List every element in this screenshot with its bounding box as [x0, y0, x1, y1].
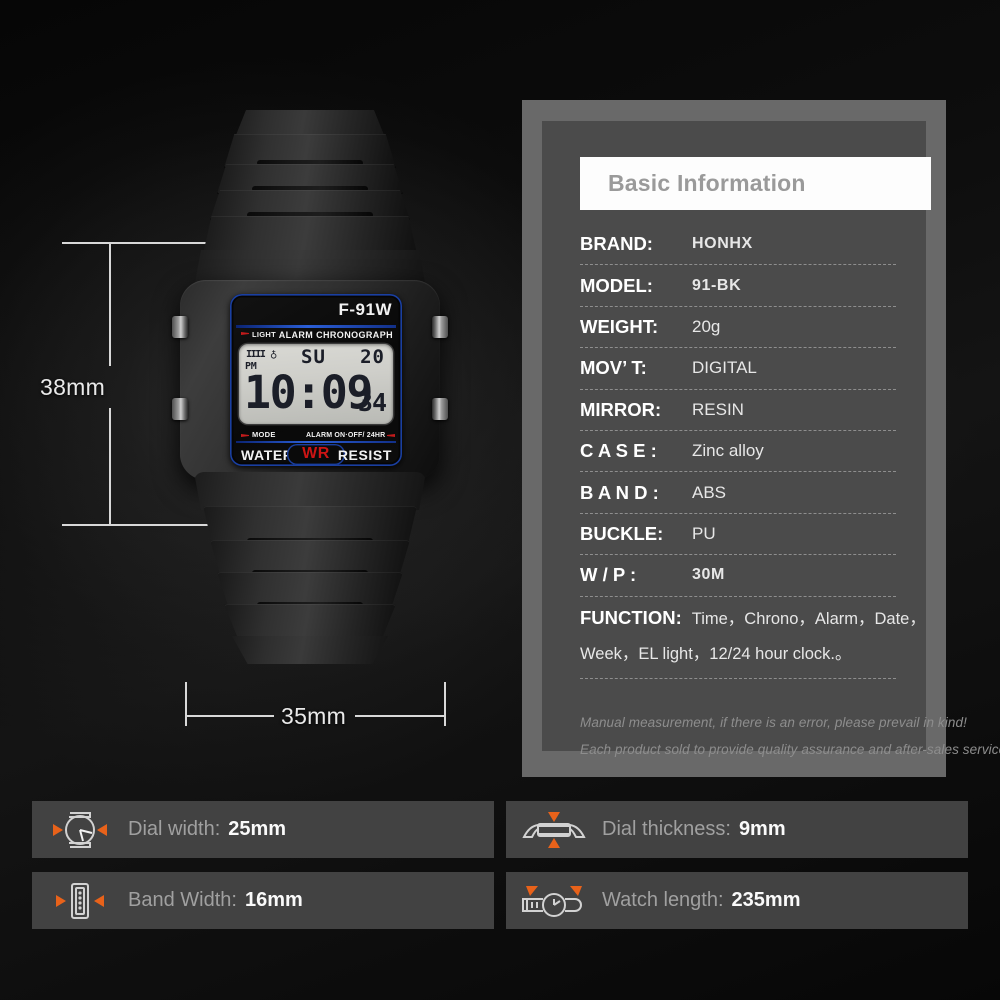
light-red-marker: [241, 332, 249, 335]
band-width-icon: [32, 878, 128, 924]
lcd-seconds: 34: [357, 388, 387, 417]
lcd-date: 20: [360, 346, 385, 368]
resist-label: RESIST: [337, 447, 392, 463]
dim-width-label: 35mm: [281, 703, 347, 729]
battery-bars-icon: IIII: [246, 349, 266, 360]
lcd-display: IIII ♁ PM SU 20 10:09 34: [239, 344, 393, 424]
bottom-bar-dial-thickness: Dial thickness: 9mm: [506, 801, 968, 858]
spec-row-water-resistance: W / P : 30M: [580, 555, 896, 597]
wr-badge: WR: [287, 444, 345, 465]
light-label: LIGHT: [252, 330, 276, 339]
bezel-blue-line-top: [236, 325, 396, 328]
spec-key: MIRROR:: [580, 398, 662, 420]
bar-label: Watch length:: [602, 889, 724, 911]
dial-width-icon: [32, 807, 128, 853]
spec-value: HONHX: [692, 235, 753, 253]
spec-key: MODEL:: [580, 274, 653, 296]
spec-row-band: B A N D : ABS: [580, 472, 896, 514]
spec-value: PU: [692, 523, 716, 543]
pusher-top-right[interactable]: [432, 316, 448, 338]
spec-row-weight: WEIGHT: 20g: [580, 307, 896, 349]
water-label: WATER: [241, 447, 294, 463]
bar-value: 235mm: [731, 889, 801, 911]
spec-value: 20g: [692, 316, 721, 336]
pusher-bottom-right[interactable]: [432, 398, 448, 420]
dim-height-vline-upper: [109, 242, 111, 366]
mode-label: MODE: [252, 430, 276, 439]
spec-list: BRAND: HONHX MODEL: 91-BK WEIGHT: 20g MO…: [580, 224, 926, 679]
spec-key: WEIGHT:: [580, 315, 659, 337]
spec-key: C A S E :: [580, 440, 657, 462]
bar-value: 16mm: [244, 889, 303, 911]
info-title: Basic Information: [608, 170, 806, 196]
spec-row-case: C A S E : Zinc alloy: [580, 431, 896, 473]
bar-value: 25mm: [228, 818, 287, 840]
band-segment: [203, 216, 417, 254]
band-segment: [210, 540, 410, 574]
spec-value: ABS: [692, 482, 727, 502]
spec-key: BRAND:: [580, 233, 653, 255]
spec-row-buckle: BUCKLE: PU: [580, 514, 896, 556]
spec-key: W / P :: [580, 564, 637, 586]
bar-label: Band Width:: [128, 889, 237, 911]
product-infographic: 38mm 35mm F-91W LIGHT ALARM CHRONOGRAPH …: [0, 0, 1000, 1000]
function-line-1: FUNCTION: Time，Chrono，Alarm，Date，: [580, 605, 926, 629]
alarm-chronograph-label: ALARM CHRONOGRAPH: [278, 330, 393, 340]
dim-width-hline-left: [185, 715, 274, 717]
band-segment: [203, 506, 417, 542]
spec-key: B A N D :: [580, 481, 659, 503]
watch-length-icon: [506, 878, 602, 924]
function-line-2: Week，EL light，12/24 hour clock.。: [580, 644, 852, 663]
bar-value: 9mm: [738, 818, 786, 840]
dial-thickness-icon: [506, 807, 602, 853]
dim-height-label: 38mm: [40, 374, 106, 400]
mode-red-marker: [241, 434, 249, 437]
band-segment: [217, 572, 403, 606]
spec-value: 91-BK: [692, 276, 742, 294]
spec-key: FUNCTION:: [580, 606, 682, 628]
watch-bezel: F-91W LIGHT ALARM CHRONOGRAPH IIII ♁ PM …: [230, 294, 402, 466]
spec-row-function: FUNCTION: Time，Chrono，Alarm，Date， Week，E…: [580, 597, 926, 679]
lower-band-lug: [194, 472, 426, 510]
watch-model-text: F-91W: [338, 300, 392, 319]
watch-product-image: F-91W LIGHT ALARM CHRONOGRAPH IIII ♁ PM …: [170, 110, 450, 690]
bar-label: Dial thickness:: [602, 818, 731, 840]
dim-height-vline-lower: [109, 408, 111, 525]
bottom-bar-dial-width: Dial width: 25mm: [32, 801, 494, 858]
lcd-weekday: SU: [301, 346, 326, 368]
spec-row-movement: MOV’ T: DIGITAL: [580, 348, 896, 390]
band-segment: [224, 604, 396, 638]
spec-key: BUCKLE:: [580, 522, 664, 544]
spec-row-mirror: MIRROR: RESIN: [580, 390, 896, 431]
lower-band-end: [232, 636, 388, 664]
pusher-bottom-left[interactable]: [172, 398, 188, 420]
disclaimer-note-2: Each product sold to provide quality ass…: [580, 742, 1000, 757]
lcd-time: 10:09: [244, 366, 373, 419]
bottom-bar-band-width: Band Width: 16mm: [32, 872, 494, 929]
spec-row-model: MODEL: 91-BK: [580, 265, 896, 307]
wr-label: WR: [302, 445, 330, 462]
basic-information-panel: Basic Information BRAND: HONHX MODEL: 91…: [542, 121, 1000, 757]
info-title-bar: Basic Information: [580, 157, 931, 210]
watch-case: F-91W LIGHT ALARM CHRONOGRAPH IIII ♁ PM …: [172, 280, 448, 480]
bezel-blue-line-bottom: [236, 440, 396, 443]
spec-value: Time，Chrono，Alarm，Date，: [691, 609, 926, 628]
spec-value: DIGITAL: [692, 358, 757, 378]
spec-row-brand: BRAND: HONHX: [580, 224, 896, 266]
pusher-top-left[interactable]: [172, 316, 188, 338]
alarm-onoff-24hr-label: ALARM ON·OFF/ 24HR: [306, 432, 386, 439]
bottom-bar-watch-length: Watch length: 235mm: [506, 872, 968, 929]
basic-information-frame: Basic Information BRAND: HONHX MODEL: 91…: [522, 100, 1000, 777]
disclaimer-note-1: Manual measurement, if there is an error…: [580, 715, 967, 730]
spec-value: 30M: [692, 566, 725, 584]
bar-label: Dial width:: [128, 818, 221, 840]
dim-width-hline-right: [355, 715, 445, 717]
spec-value: RESIN: [692, 399, 744, 419]
alarm-bell-icon: ♁: [270, 347, 278, 361]
alarm-red-marker: [387, 434, 395, 437]
spec-value: Zinc alloy: [692, 441, 764, 461]
spec-key: MOV’ T:: [580, 357, 647, 379]
